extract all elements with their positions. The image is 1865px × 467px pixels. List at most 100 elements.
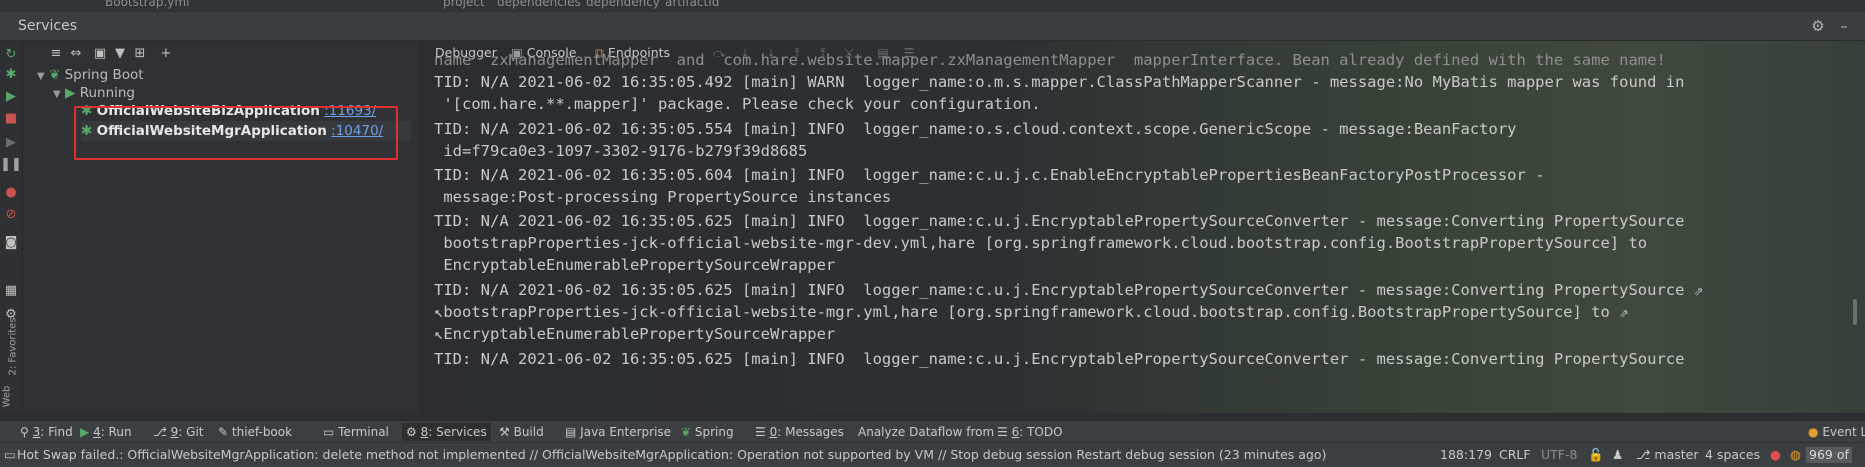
file-tab-label[interactable]: Bootstrap.yml	[105, 0, 189, 9]
log-line: id=f79ca0e3-1097-3302-9176-b279f39d8685	[434, 142, 808, 160]
indent-setting[interactable]: 4 spaces	[1705, 447, 1760, 463]
tool-window-analyze-dataflow[interactable]: Analyze Dataflow from	[858, 423, 994, 441]
tool-window-bar: ⚲ 3: Find ▶ 4: Run ⎇ 9: Git ✎ thief-book…	[0, 420, 1865, 443]
running-icon: ▶	[65, 85, 76, 101]
chevron-down-icon[interactable]: ▼	[37, 71, 45, 82]
tool-window-label: Event L	[1822, 425, 1865, 439]
services-header: Services ⚙ –	[0, 12, 1865, 41]
rerun-icon[interactable]: ↻	[2, 45, 20, 63]
tool-window-label: : Git	[178, 425, 204, 439]
git-icon: ⎇	[1636, 447, 1651, 462]
tool-window-messages[interactable]: ☰ 0: Messages	[755, 423, 844, 441]
git-branch-label: master	[1654, 447, 1699, 462]
mute-breakpoints-icon[interactable]: ⊘	[2, 205, 20, 223]
status-message[interactable]: Hot Swap failed.: OfficialWebsiteMgrAppl…	[17, 447, 1326, 463]
camera-icon[interactable]: ◙	[2, 233, 20, 251]
status-message-icon: ▭	[4, 447, 16, 462]
log-line: TID: N/A 2021-06-02 16:35:05.625 [main] …	[434, 350, 1685, 368]
log-line: TID: N/A 2021-06-02 16:35:05.604 [main] …	[434, 166, 1545, 184]
chevron-down-icon[interactable]: ▼	[53, 89, 61, 100]
services-icon: ⚙	[406, 425, 417, 439]
tree-node-spring-boot[interactable]: ▼ ❦ Spring Boot	[37, 65, 144, 85]
tool-window-terminal[interactable]: ▭ Terminal	[323, 423, 389, 441]
error-icon[interactable]: ●	[1770, 447, 1781, 463]
tree-node-label: Running	[79, 85, 136, 101]
bug-icon[interactable]: ✱	[2, 65, 20, 83]
tool-window-event-log[interactable]: ● Event L	[1808, 423, 1865, 441]
breakpoints-icon[interactable]: ●	[2, 183, 20, 201]
add-icon[interactable]: +	[157, 45, 175, 61]
breadcrumb-item[interactable]: project	[443, 0, 485, 9]
tool-window-git[interactable]: ⎇ 9: Git	[153, 423, 204, 441]
breadcrumb-item[interactable]: dependency	[586, 0, 660, 9]
minimize-icon[interactable]: –	[1835, 17, 1853, 35]
lock-icon[interactable]: 🔓	[1588, 447, 1604, 463]
log-line: name zxManagementMapper and com.hare.web…	[434, 51, 1666, 69]
tool-window-build[interactable]: ⚒ Build	[499, 423, 544, 441]
file-encoding[interactable]: UTF-8	[1541, 447, 1577, 463]
stop-icon[interactable]: ■	[2, 109, 20, 127]
log-line: bootstrapProperties-jck-official-website…	[434, 234, 1648, 252]
caret-position[interactable]: 188:179	[1440, 447, 1492, 463]
gear-icon[interactable]: ⚙	[1809, 17, 1827, 35]
memory-indicator[interactable]: 969 of	[1806, 447, 1852, 463]
java-enterprise-icon: ▤	[565, 425, 577, 439]
tree-node-running[interactable]: ▼ ▶ Running	[53, 83, 135, 103]
search-icon: ⚲	[20, 425, 29, 439]
debug-actions-column: ↻ ✱ ▶ ■ ▶ ❚❚ ● ⊘ ◙ ▦ ⚙ 2: Favorites Web	[0, 41, 23, 413]
spring-icon: ❦	[49, 67, 61, 83]
browser-icon[interactable]: ◍	[1790, 447, 1801, 463]
tool-window-spring[interactable]: ❦ Spring	[681, 423, 734, 441]
tree-toolbar: ≡ ⇔ ▣ ▼ ⊞ +	[23, 41, 418, 65]
log-line: ↖EncryptableEnumerablePropertySourceWrap…	[434, 325, 836, 343]
tool-window-java-enterprise[interactable]: ▤ Java Enterprise	[565, 423, 671, 441]
tool-window-run[interactable]: ▶ 4: Run	[80, 423, 132, 441]
book-icon: ✎	[218, 425, 229, 439]
tool-window-label: Java Enterprise	[580, 425, 672, 439]
log-line: TID: N/A 2021-06-02 16:35:05.492 [main] …	[434, 73, 1685, 91]
shortcut-number: 4	[93, 425, 101, 439]
console-panel: Debugger ▣ Console ⧉ Endpoints ⤼ ⤓ ⤓ ⤒ ⤒…	[419, 41, 1865, 413]
tool-window-thief-book[interactable]: ✎ thief-book	[218, 423, 292, 441]
tool-window-services[interactable]: ⚙ 8: Services	[402, 423, 491, 441]
breadcrumb-item[interactable]: artifactId	[665, 0, 719, 9]
highlight-annotation-box	[74, 106, 398, 160]
terminal-icon: ▭	[323, 425, 335, 439]
expand-all-icon[interactable]: ≡	[47, 45, 65, 61]
tool-window-label: Spring	[694, 425, 734, 439]
tool-window-label: : Run	[100, 425, 132, 439]
layout-icon[interactable]: ▦	[2, 281, 20, 299]
run-icon[interactable]: ▶	[2, 87, 20, 105]
pause-icon[interactable]: ❚❚	[0, 155, 22, 173]
log-line: ↖bootstrapProperties-jck-official-websit…	[434, 303, 1629, 321]
breadcrumb-item[interactable]: dependencies	[497, 0, 581, 9]
tool-window-label: Analyze Dataflow from	[858, 425, 995, 439]
tool-window-todo[interactable]: ☰ 6: TODO	[997, 423, 1063, 441]
git-icon: ⎇	[153, 425, 167, 439]
spring-icon: ❦	[681, 425, 692, 439]
status-bar: ▭ Hot Swap failed.: OfficialWebsiteMgrAp…	[0, 442, 1865, 467]
console-scrollbar[interactable]	[1853, 299, 1857, 325]
tool-window-label: thief-book	[231, 425, 293, 439]
tool-window-label: Terminal	[338, 425, 389, 439]
collapse-all-icon[interactable]: ⇔	[67, 45, 85, 61]
tree-node-label: Spring Boot	[64, 67, 144, 83]
filter-icon[interactable]: ▼	[111, 45, 129, 61]
log-line: message:Post-processing PropertySource i…	[434, 188, 892, 206]
todo-icon: ☰	[997, 425, 1008, 439]
group-icon[interactable]: ▣	[91, 45, 109, 61]
new-service-icon[interactable]: ⊞	[131, 45, 149, 61]
git-branch[interactable]: ⎇ master	[1636, 447, 1698, 463]
favorites-side-tab[interactable]: 2: Favorites	[8, 317, 19, 375]
tool-window-label: : Messages	[777, 425, 844, 439]
resume-icon[interactable]: ▶	[2, 133, 20, 151]
editor-breadcrumb-strip: Bootstrap.yml project dependencies depen…	[0, 0, 1865, 12]
web-side-tab[interactable]: Web	[1, 386, 12, 408]
tool-window-label: : Find	[40, 425, 73, 439]
tool-window-label: Build	[513, 425, 544, 439]
line-separator[interactable]: CRLF	[1499, 447, 1531, 463]
event-log-icon: ●	[1808, 425, 1819, 439]
tool-window-find[interactable]: ⚲ 3: Find	[20, 423, 73, 441]
profile-icon[interactable]: ♟	[1612, 447, 1623, 463]
tool-window-label: : TODO	[1019, 425, 1063, 439]
